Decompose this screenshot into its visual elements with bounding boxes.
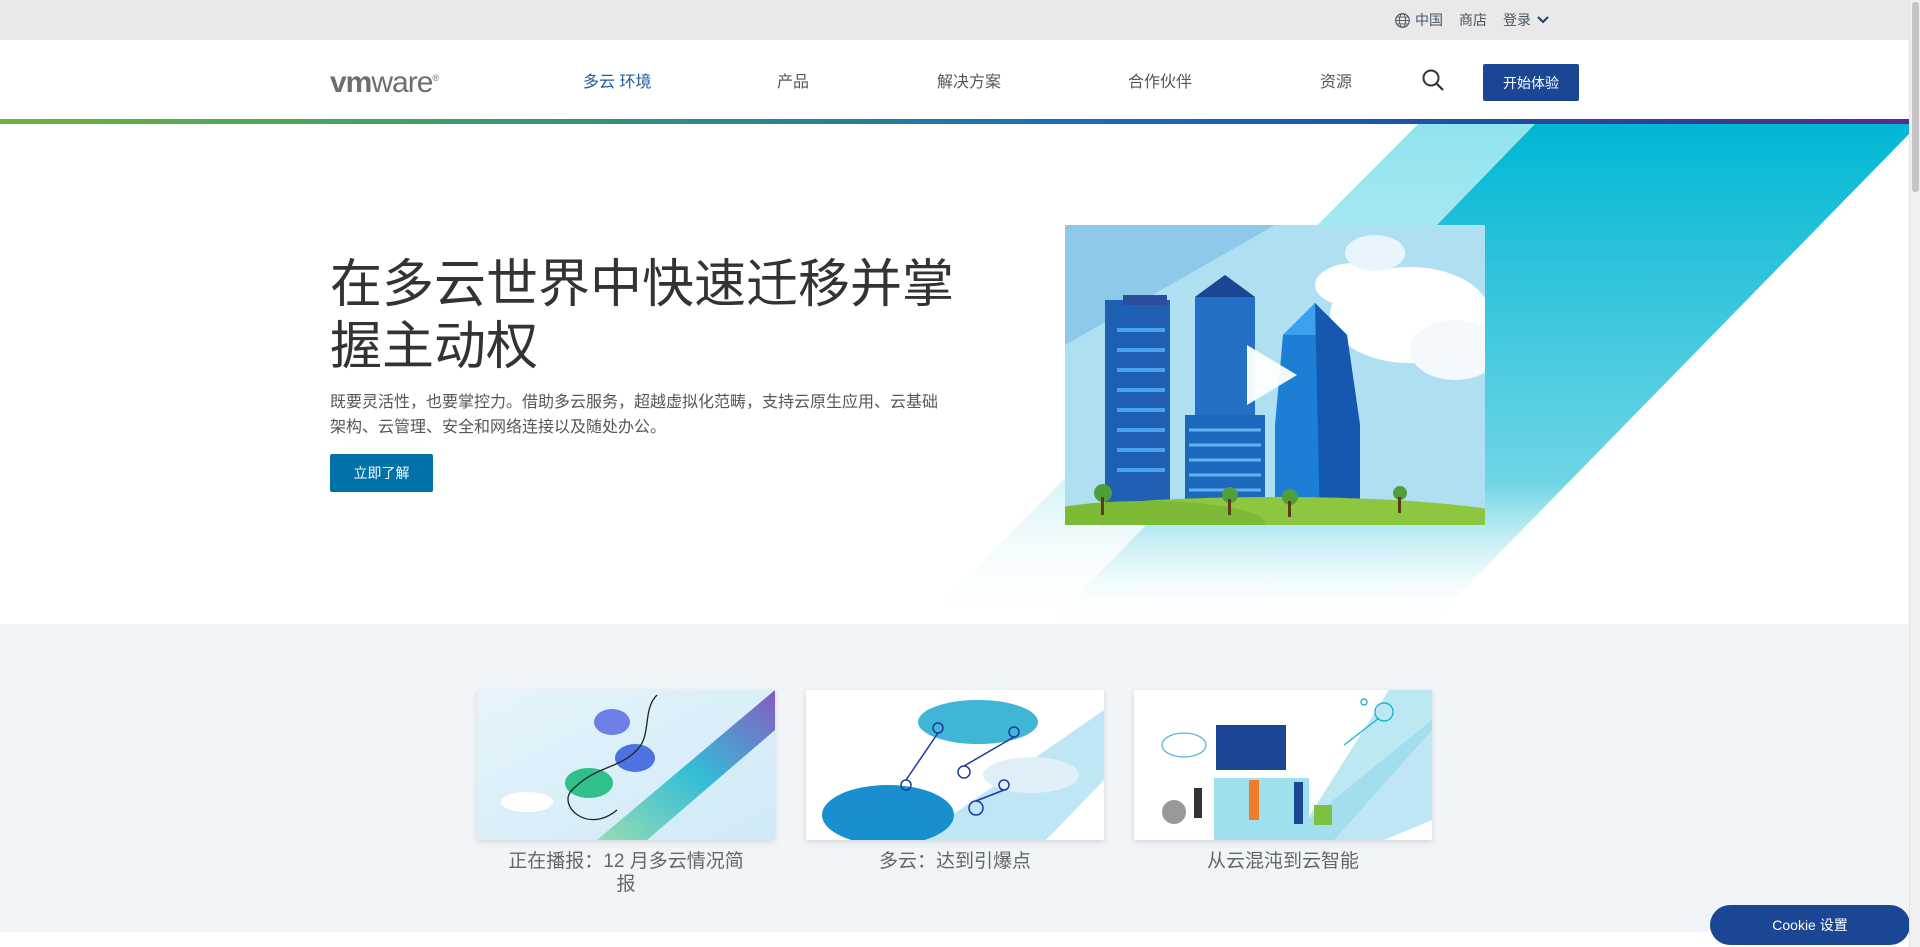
- region-label: 中国: [1415, 12, 1443, 28]
- utility-bar: 中国 商店 登录: [0, 0, 1909, 40]
- search-icon[interactable]: [1421, 68, 1445, 92]
- utility-links: 中国 商店 登录: [1394, 0, 1549, 40]
- nav-partners[interactable]: 合作伙伴: [1128, 40, 1192, 119]
- nav-products[interactable]: 产品: [777, 40, 809, 119]
- start-trial-button[interactable]: 开始体验: [1483, 64, 1579, 101]
- hero-description: 既要灵活性，也要掌控力。借助多云服务，超越虚拟化范畴，支持云原生应用、云基础架构…: [330, 394, 939, 436]
- card-tipping-point[interactable]: 多云：达到引爆点: [806, 690, 1104, 873]
- card-tipping-point-title: 多云：达到引爆点: [878, 851, 1031, 872]
- nav-resources[interactable]: 资源: [1320, 40, 1352, 119]
- hero-video-thumbnail[interactable]: [1065, 225, 1485, 525]
- nav-multicloud[interactable]: 多云 环境: [583, 40, 651, 119]
- page-scrollbar[interactable]: [1909, 0, 1920, 947]
- card-briefing-title: 正在播报：12 月多云情况简报: [508, 851, 744, 895]
- card-briefing[interactable]: 正在播报：12 月多云情况简报: [477, 690, 775, 896]
- login-label: 登录: [1503, 12, 1531, 28]
- login-menu[interactable]: 登录: [1503, 10, 1549, 30]
- card-cloud-smart-title: 从云混沌到云智能: [1206, 851, 1359, 872]
- hero-section: 在多云世界中快速迁移并掌握主动权 既要灵活性，也要掌控力。借助多云服务，超越虚拟…: [0, 124, 1909, 624]
- learn-more-button[interactable]: 立即了解: [330, 454, 433, 492]
- vmware-logo[interactable]: vmware®: [330, 66, 439, 100]
- chevron-down-icon: [1537, 16, 1549, 24]
- card-tipping-point-image: [806, 690, 1104, 840]
- hero-title: 在多云世界中快速迁移并掌握主动权: [330, 256, 955, 376]
- card-cloud-smart[interactable]: 从云混沌到云智能: [1134, 690, 1432, 873]
- card-cloud-smart-image: [1134, 690, 1432, 840]
- scrollbar-thumb[interactable]: [1912, 2, 1919, 192]
- card-briefing-image: [477, 690, 775, 840]
- globe-icon: [1395, 12, 1410, 28]
- cookie-settings-button[interactable]: Cookie 设置: [1710, 905, 1910, 945]
- site-header: vmware® 多云 环境 产品 解决方案 合作伙伴 资源 开始体验: [0, 40, 1909, 119]
- region-selector[interactable]: 中国: [1394, 10, 1443, 30]
- store-link[interactable]: 商店: [1459, 10, 1487, 30]
- featured-cards-section: 正在播报：12 月多云情况简报 多云：达到引爆点 从云混沌到云智能: [0, 624, 1909, 932]
- nav-solutions[interactable]: 解决方案: [937, 40, 1001, 119]
